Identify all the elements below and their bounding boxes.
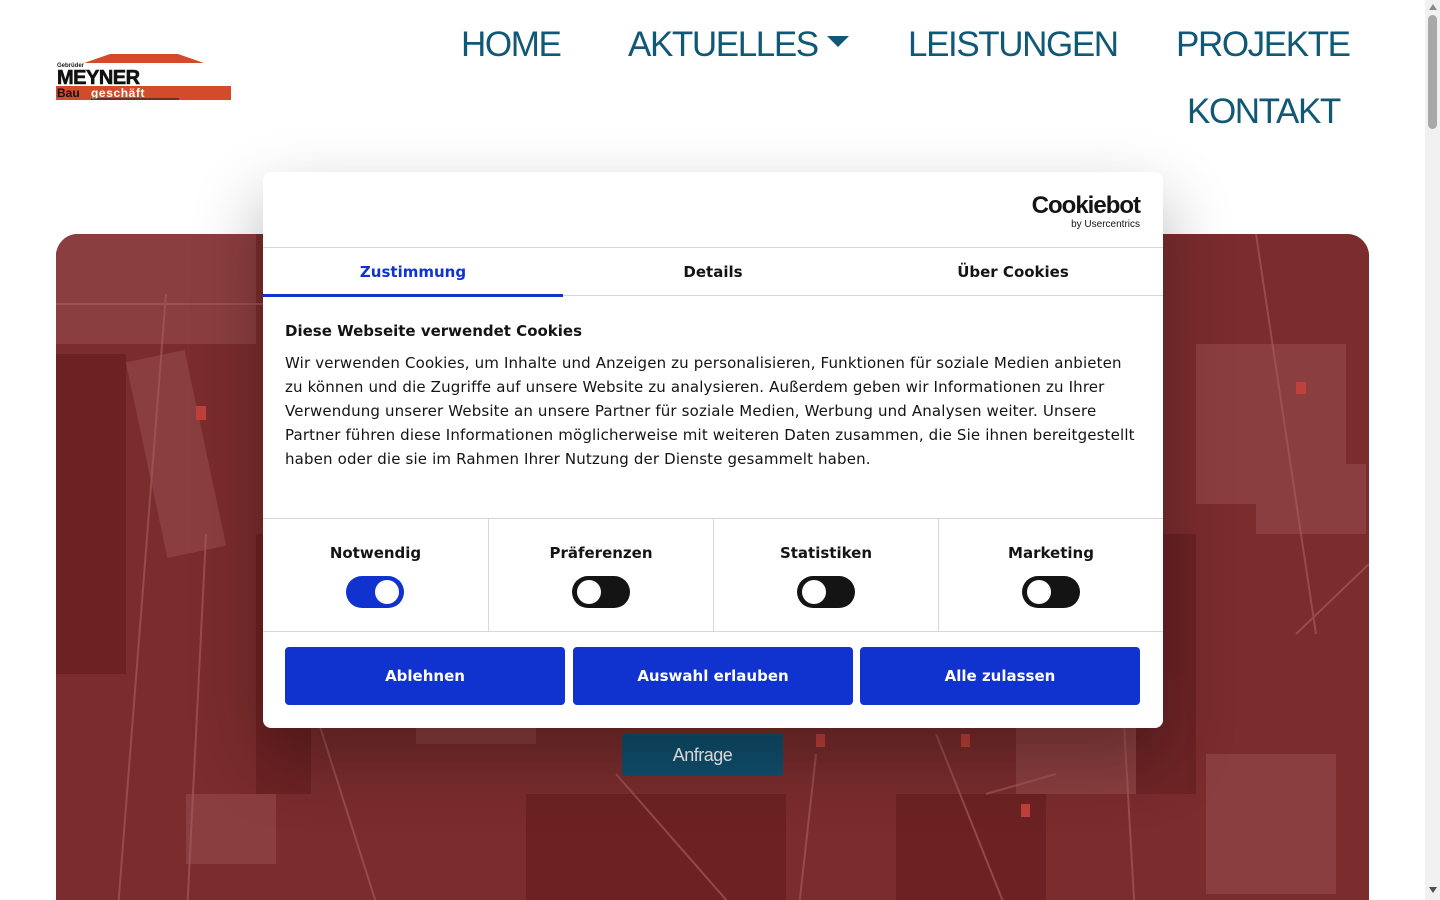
nav-projekte[interactable]: PROJEKTE bbox=[1176, 27, 1351, 62]
page-scrollbar[interactable] bbox=[1425, 0, 1440, 900]
anfrage-button[interactable]: Anfrage bbox=[622, 734, 783, 776]
category-label: Notwendig bbox=[329, 544, 422, 562]
cookie-categories: Notwendig Präferenzen Statistiken Market… bbox=[263, 518, 1163, 632]
logo-sub-left: Bau bbox=[57, 86, 80, 100]
category-marketing: Marketing bbox=[938, 519, 1163, 631]
decline-button[interactable]: Ablehnen bbox=[285, 647, 565, 705]
category-label: Statistiken bbox=[779, 544, 873, 562]
nav-aktuelles[interactable]: AKTUELLES bbox=[628, 27, 849, 62]
chevron-down-icon bbox=[826, 36, 849, 48]
category-label: Marketing bbox=[1008, 544, 1094, 562]
tab-details[interactable]: Details bbox=[563, 248, 863, 296]
scroll-down-arrow-icon[interactable] bbox=[1429, 887, 1437, 893]
cookie-tabs: Zustimmung Details Über Cookies bbox=[263, 247, 1163, 297]
cookie-consent-dialog: Cookiebot by Usercentrics Zustimmung Det… bbox=[263, 172, 1163, 728]
dialog-title: Diese Webseite verwendet Cookies bbox=[285, 322, 583, 340]
nav-home[interactable]: HOME bbox=[461, 27, 562, 62]
toggle-marketing[interactable] bbox=[1022, 576, 1080, 608]
scroll-up-arrow-icon[interactable] bbox=[1429, 4, 1437, 10]
toggle-knob bbox=[375, 580, 399, 604]
cookiebot-logo[interactable]: Cookiebot by Usercentrics bbox=[1031, 192, 1141, 231]
cookiebot-wordmark: Cookiebot bbox=[1031, 192, 1141, 219]
cookiebot-byline: by Usercentrics bbox=[1071, 219, 1140, 230]
toggle-knob bbox=[802, 580, 826, 604]
category-notwendig: Notwendig bbox=[263, 519, 488, 631]
category-statistiken: Statistiken bbox=[713, 519, 938, 631]
tab-ueber-cookies[interactable]: Über Cookies bbox=[863, 248, 1163, 296]
nav-kontakt[interactable]: KONTAKT bbox=[1187, 94, 1341, 129]
toggle-statistiken[interactable] bbox=[797, 576, 855, 608]
category-praeferenzen: Präferenzen bbox=[488, 519, 713, 631]
allow-selection-button[interactable]: Auswahl erlauben bbox=[573, 647, 853, 705]
toggle-knob bbox=[1027, 580, 1051, 604]
toggle-notwendig[interactable] bbox=[346, 576, 404, 608]
nav-leistungen[interactable]: LEISTUNGEN bbox=[908, 27, 1119, 62]
scrollbar-thumb[interactable] bbox=[1428, 15, 1437, 129]
allow-all-button[interactable]: Alle zulassen bbox=[860, 647, 1140, 705]
toggle-knob bbox=[577, 580, 601, 604]
category-label: Präferenzen bbox=[549, 544, 653, 562]
logo-sub-right: geschäft bbox=[91, 86, 145, 100]
nav-aktuelles-label: AKTUELLES bbox=[628, 25, 819, 64]
company-logo[interactable]: Gebrüder MEYNER Bau geschäft bbox=[56, 52, 232, 102]
tab-zustimmung[interactable]: Zustimmung bbox=[263, 248, 563, 297]
dialog-description: Wir verwenden Cookies, um Inhalte und An… bbox=[285, 354, 1135, 468]
toggle-praeferenzen[interactable] bbox=[572, 576, 630, 608]
